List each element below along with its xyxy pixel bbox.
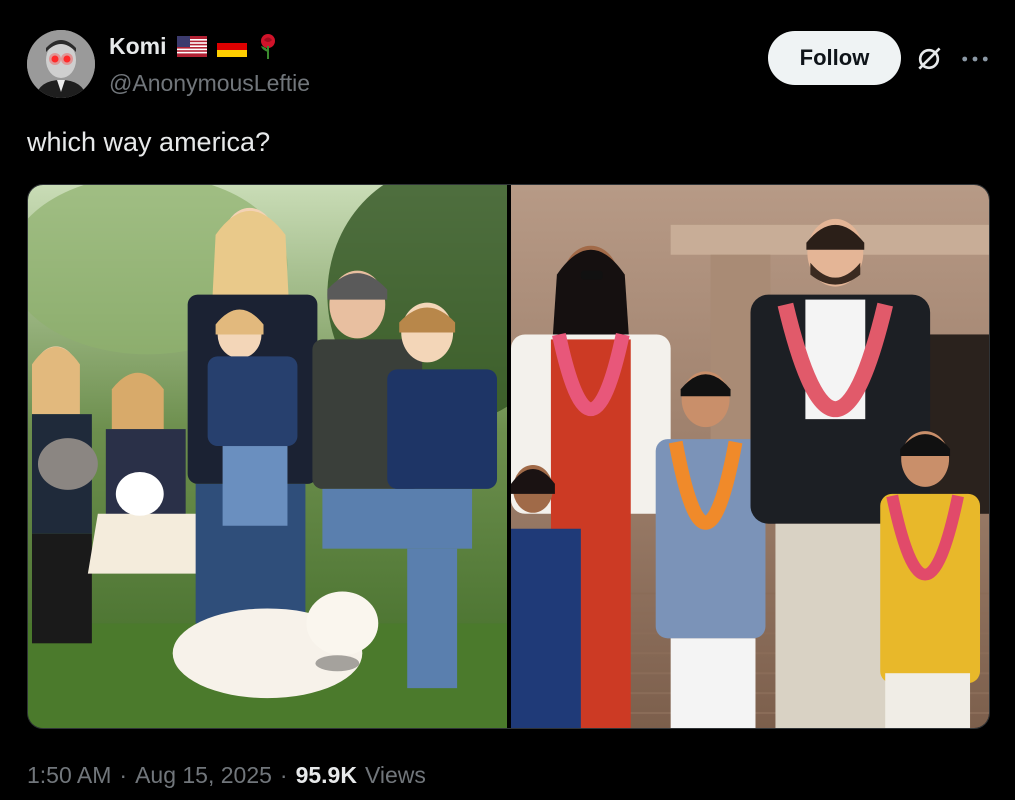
- germany-flag-icon: [216, 35, 247, 57]
- post-media[interactable]: [27, 184, 990, 729]
- author-name[interactable]: Komi: [109, 33, 167, 60]
- views-count: 95.9K: [295, 762, 357, 788]
- us-flag-icon: [176, 35, 207, 57]
- meta-separator: ·: [119, 762, 128, 788]
- more-icon[interactable]: [946, 30, 1004, 88]
- author-handle[interactable]: @AnonymousLeftie: [109, 70, 310, 97]
- family-photo-right[interactable]: [511, 185, 989, 728]
- avatar[interactable]: [27, 30, 95, 98]
- rose-icon: [257, 32, 279, 60]
- author-name-row: Komi: [109, 32, 279, 60]
- meta-separator: ·: [279, 762, 288, 788]
- family-photo-left[interactable]: [28, 185, 507, 728]
- post-text: which way america?: [27, 127, 271, 157]
- views-label: Views: [364, 762, 426, 788]
- post-date[interactable]: Aug 15, 2025: [135, 762, 272, 789]
- post-time[interactable]: 1:50 AM: [27, 762, 111, 789]
- grok-icon[interactable]: [912, 42, 946, 76]
- post-meta: 1:50 AM · Aug 15, 2025 · 95.9K Views: [27, 762, 426, 789]
- follow-button[interactable]: Follow: [768, 31, 901, 85]
